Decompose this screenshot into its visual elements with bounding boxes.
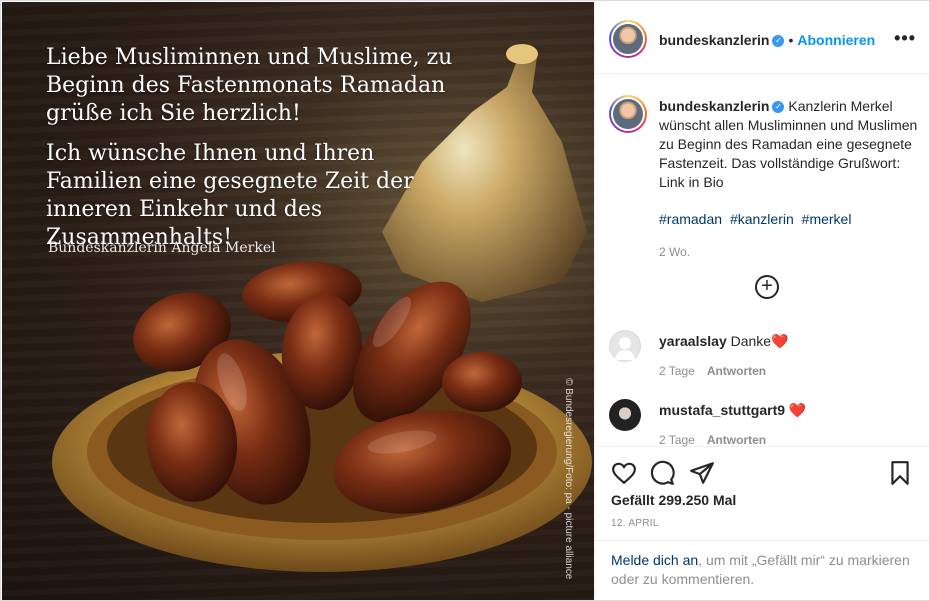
post-image[interactable]: Liebe Musliminnen und Muslime, zu Beginn… — [2, 2, 594, 600]
separator-dot: • — [788, 32, 794, 48]
more-options-icon[interactable]: ••• — [894, 28, 916, 49]
image-signature: Bundeskanzlerin Angela Merkel — [48, 240, 276, 256]
instagram-post: Liebe Musliminnen und Muslime, zu Beginn… — [0, 0, 930, 601]
reply-button[interactable]: Antworten — [707, 364, 766, 378]
comments-section: bundeskanzlerin ✓ Kanzlerin Merkel wünsch… — [595, 75, 930, 447]
post-date: 12. APRIL — [611, 518, 659, 529]
commenter-username[interactable]: mustafa_stuttgart9 — [659, 402, 785, 418]
header-name-row: bundeskanzlerin ✓ • Abonnieren — [659, 32, 875, 50]
comment-time[interactable]: 2 Tage — [659, 433, 695, 447]
hashtag-link[interactable]: #kanzlerin — [730, 211, 794, 227]
post-header: bundeskanzlerin ✓ • Abonnieren ••• — [595, 2, 930, 74]
caption-username[interactable]: bundeskanzlerin — [659, 98, 769, 114]
avatar-image — [613, 24, 643, 54]
author-username[interactable]: bundeskanzlerin — [659, 32, 769, 48]
bookmark-icon[interactable] — [887, 460, 913, 486]
comment-body: mustafa_stuttgart9 ❤️ — [659, 402, 919, 419]
caption-body: bundeskanzlerin ✓ Kanzlerin Merkel wünsch… — [659, 97, 921, 262]
caption-avatar[interactable] — [609, 95, 647, 133]
comment-icon[interactable] — [649, 460, 675, 486]
commenter-avatar[interactable] — [609, 330, 641, 362]
author-avatar[interactable] — [609, 20, 647, 58]
action-bar — [595, 448, 930, 488]
comment-meta: 2 Tage Antworten — [659, 364, 766, 378]
overlay-paragraph-2: Ich wünsche Ihnen und Ihren Familien ein… — [46, 141, 414, 250]
hashtag-link[interactable]: #merkel — [802, 211, 852, 227]
heart-icon[interactable] — [611, 460, 637, 486]
heart-emoji: ❤️ — [771, 333, 789, 349]
reply-button[interactable]: Antworten — [707, 433, 766, 447]
verified-badge-icon: ✓ — [772, 101, 785, 114]
follow-button[interactable]: Abonnieren — [797, 32, 875, 48]
post-side-panel: bundeskanzlerin ✓ • Abonnieren ••• bundeska… — [594, 2, 930, 600]
comment-text: Danke — [730, 333, 772, 349]
overlay-paragraph-1: Liebe Musliminnen und Muslime, zu Beginn… — [46, 45, 453, 126]
commenter-username[interactable]: yaraalslay — [659, 333, 727, 349]
hashtag-link[interactable]: #ramadan — [659, 211, 722, 227]
likes-count[interactable]: Gefällt 299.250 Mal — [611, 492, 736, 508]
hashtag-list: #ramadan #kanzlerin #merkel — [659, 210, 921, 229]
image-credit: © Bundesregierung/Foto: pa - picture all… — [563, 378, 574, 580]
heart-emoji: ❤️ — [788, 402, 807, 418]
login-prompt: Melde dich an, um mit „Gefällt mir“ zu m… — [595, 540, 930, 600]
comment-time[interactable]: 2 Tage — [659, 364, 695, 378]
image-overlay-text: Liebe Musliminnen und Muslime, zu Beginn… — [46, 44, 476, 264]
avatar-image — [613, 99, 643, 129]
verified-badge-icon: ✓ — [772, 34, 785, 47]
comment-meta: 2 Tage Antworten — [659, 433, 766, 447]
commenter-avatar[interactable] — [609, 399, 641, 431]
comment-body: yaraalslay Danke❤️ — [659, 333, 919, 350]
caption-timestamp[interactable]: 2 Wo. — [659, 243, 921, 262]
login-link[interactable]: Melde dich an — [611, 552, 698, 568]
share-icon[interactable] — [689, 460, 715, 486]
add-circle-icon[interactable]: + — [755, 275, 779, 299]
